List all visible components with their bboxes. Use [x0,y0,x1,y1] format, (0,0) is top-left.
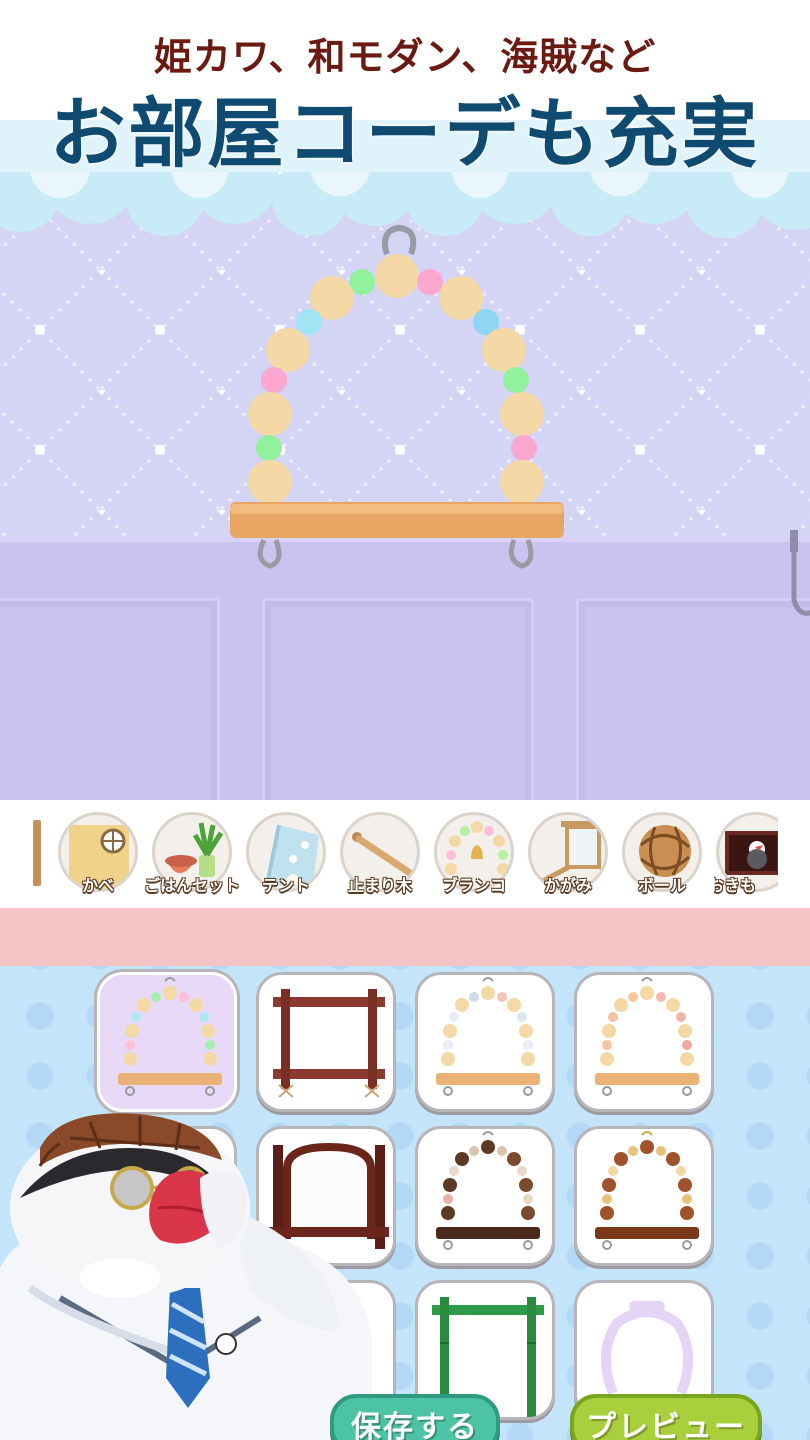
tab-label: ごはんセット [143,876,240,895]
room-preview[interactable] [0,180,810,800]
bead-swing-icon [436,977,540,1096]
promo-banner: 姫カワ、和モダン、海賊など お部屋コーデも充実 [0,0,810,250]
tab-scroll-edge [33,820,41,886]
wall-lamp-icon [790,530,810,616]
wall-panelling [0,536,810,800]
tab-label: かがみ [543,876,592,895]
pastel-bead-swing-icon [595,977,699,1096]
grid-item-brown-bead-swing[interactable] [574,1126,714,1266]
tab-label: かべ [81,876,114,895]
tab-label: おきも [714,876,757,895]
tab-label: ボール [637,876,686,895]
wall-panel [0,598,220,800]
tab-mirror[interactable]: かがみ [526,812,610,898]
dark-bead-swing-icon [436,1131,540,1250]
category-strip [0,908,810,966]
save-button[interactable]: 保存する [330,1394,500,1440]
tab-perch[interactable]: 止まり木 [338,812,422,898]
tab-ornament[interactable]: おきも [714,812,778,898]
tab-food-set[interactable]: ごはんセット [144,812,240,898]
grid-item-pastel-bead-swing[interactable] [574,972,714,1112]
java-sparrow-mascot [0,1113,372,1440]
grid-item-bead-swing[interactable] [415,972,555,1112]
tab-label: 止まり木 [347,876,412,895]
grid-item-dark-bead-swing[interactable] [415,1126,555,1266]
wall-panel [262,598,534,800]
wooden-frame-swing-icon [273,989,385,1098]
pastel-swing-icon [118,977,222,1096]
banner-title: お部屋コーデも充実 [49,89,761,178]
tab-label: ブランコ [441,876,506,895]
placed-swing[interactable] [224,210,574,570]
tab-ball[interactable]: ボール [620,812,704,898]
preview-button[interactable]: プレビュー [570,1394,762,1440]
tab-wall[interactable]: かべ [56,812,140,898]
wall-panel [576,598,810,800]
tab-label: テント [261,876,310,895]
tab-swing[interactable]: ブランコ [432,812,516,898]
grid-item-wooden-frame-swing[interactable] [256,972,396,1112]
tab-tent[interactable]: テント [244,812,328,898]
brown-bead-swing-icon [595,1131,699,1250]
grid-item-pastel-swing[interactable] [97,972,237,1112]
